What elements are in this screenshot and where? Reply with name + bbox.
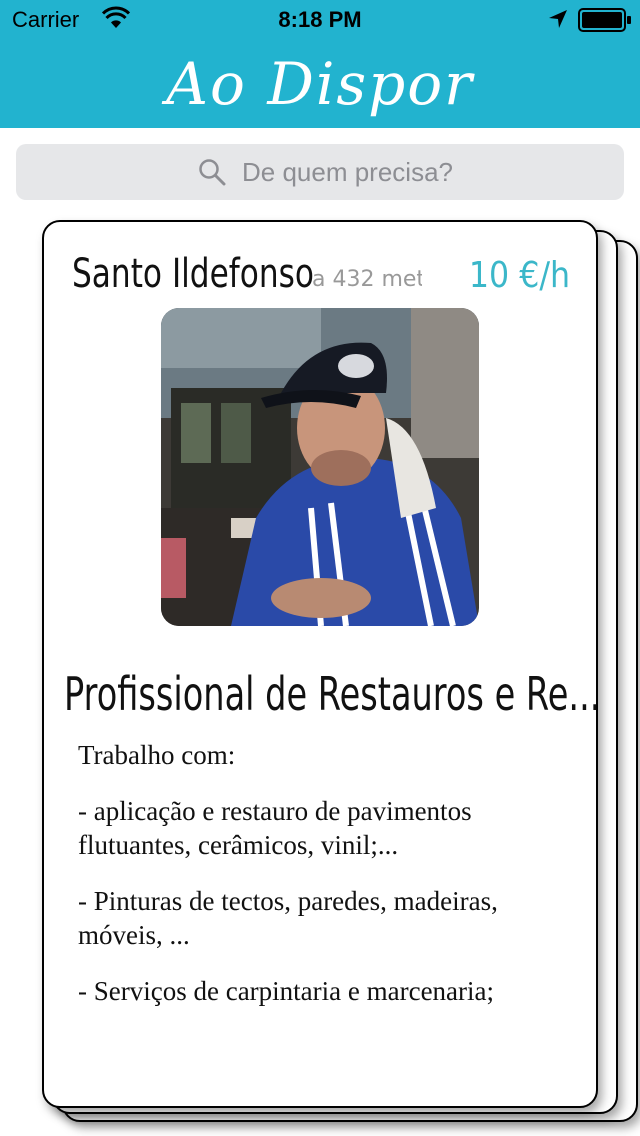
description-paragraph: Trabalho com:	[78, 740, 236, 770]
description-paragraph: - Pinturas de tectos, paredes, madeiras,…	[78, 886, 498, 950]
status-bar: Carrier 8:18 PM	[0, 0, 640, 40]
profile-card[interactable]: Santo Ildefonso a 432 metr 10 €/h Profis…	[42, 220, 598, 1108]
avatar-photo	[161, 308, 479, 626]
avatar	[161, 308, 479, 626]
description-paragraph: - aplicação e restauro de pavimentos flu…	[78, 796, 472, 860]
provider-distance: a 432 metr	[312, 267, 422, 292]
search-placeholder: De quem precisa?	[242, 157, 453, 187]
description-paragraph: - Serviços de carpintaria e marcenaria;	[78, 976, 495, 1006]
search-icon	[199, 159, 226, 186]
status-time: 8:18 PM	[278, 7, 362, 32]
hourly-price: 10 €/h	[468, 255, 570, 296]
app-header: Carrier 8:18 PM Ao Dispor	[0, 0, 640, 128]
service-description[interactable]: Trabalho com: - aplicação e restauro de …	[78, 738, 568, 1086]
app-title: Ao Dispor	[166, 50, 474, 118]
service-title: Profissional de Restauros e Re...	[64, 667, 598, 721]
location-arrow-icon	[549, 10, 567, 28]
battery-icon	[578, 8, 631, 32]
search-input[interactable]: De quem precisa?	[16, 144, 624, 200]
provider-name: Santo Ildefonso	[72, 251, 315, 297]
